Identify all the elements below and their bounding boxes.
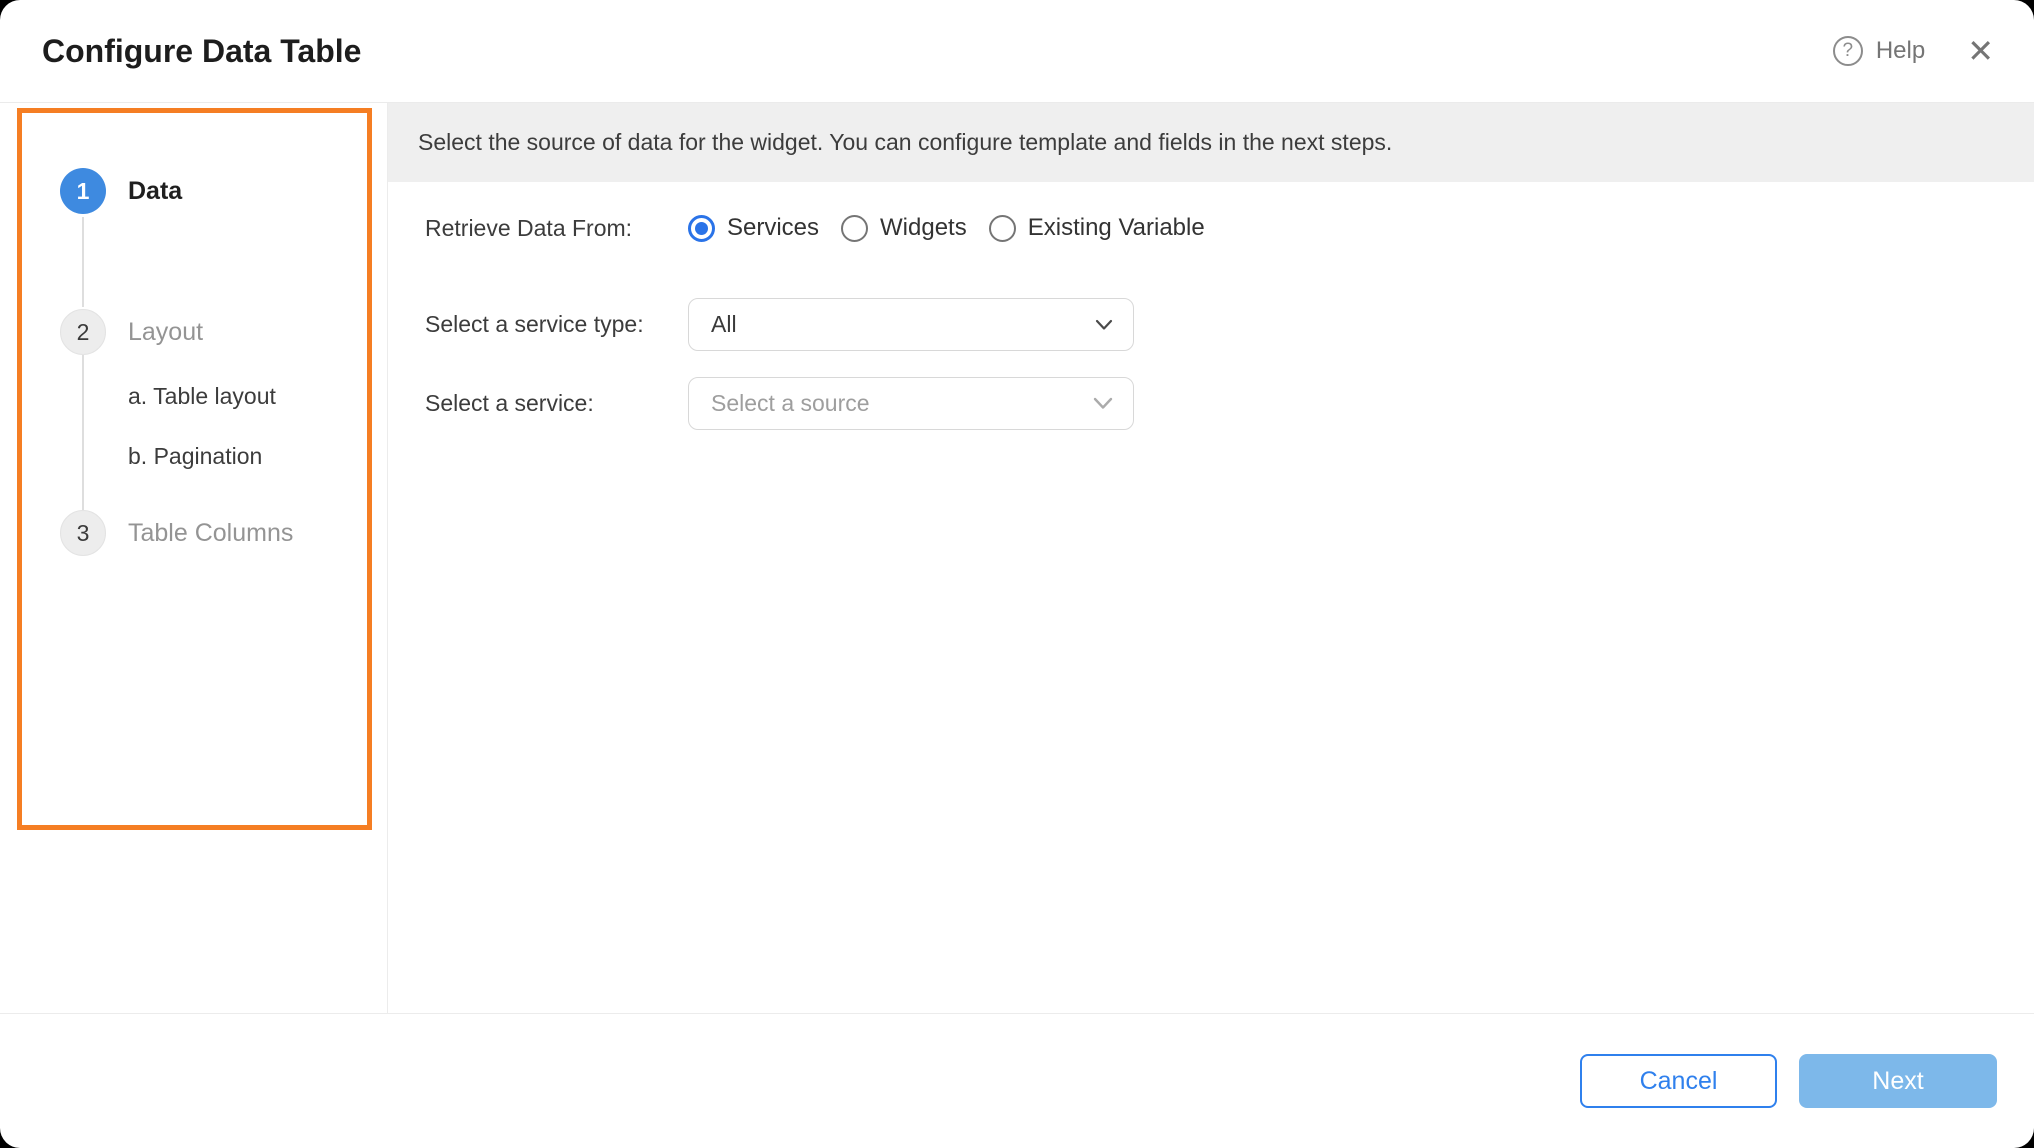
help-link[interactable]: Help xyxy=(1876,37,1925,65)
radio-services-label: Services xyxy=(727,214,819,242)
radio-option-widgets[interactable]: Widgets xyxy=(841,214,977,242)
retrieve-data-from-row: Retrieve Data From: Services Widgets xyxy=(425,213,2034,243)
radio-widgets-label: Widgets xyxy=(880,214,967,242)
sidebar-item-data[interactable]: Data xyxy=(128,176,182,206)
radio-existing-variable[interactable] xyxy=(989,215,1016,242)
service-label: Select a service: xyxy=(425,390,688,417)
step-1-circle[interactable]: 1 xyxy=(60,168,106,214)
dialog-header: Configure Data Table ? Help ✕ xyxy=(0,0,2034,103)
service-type-label: Select a service type: xyxy=(425,311,688,338)
sidebar-item-table-columns[interactable]: Table Columns xyxy=(128,518,293,548)
step-2-circle[interactable]: 2 xyxy=(60,309,106,355)
radio-option-services[interactable]: Services xyxy=(688,214,829,242)
dialog-footer: Cancel Next xyxy=(0,1013,2034,1148)
radio-services[interactable] xyxy=(688,215,715,242)
configure-data-table-dialog: Configure Data Table ? Help ✕ 1 Data 2 L… xyxy=(0,0,2034,1148)
header-actions: ? Help ✕ xyxy=(1833,35,1994,67)
radio-widgets[interactable] xyxy=(841,215,868,242)
data-source-form: Retrieve Data From: Services Widgets xyxy=(388,182,2034,430)
service-type-select[interactable]: All xyxy=(688,298,1134,351)
info-banner: Select the source of data for the widget… xyxy=(388,103,2034,182)
radio-existing-variable-label: Existing Variable xyxy=(1028,214,1205,242)
radio-option-existing-variable[interactable]: Existing Variable xyxy=(989,214,1215,242)
question-mark-glyph: ? xyxy=(1843,40,1854,62)
sidebar-item-pagination[interactable]: b. Pagination xyxy=(128,443,262,470)
sidebar-item-layout[interactable]: Layout xyxy=(128,317,203,347)
step-1-number: 1 xyxy=(77,178,90,205)
step-3-circle[interactable]: 3 xyxy=(60,510,106,556)
main-content: Select the source of data for the widget… xyxy=(388,103,2034,1013)
step-connector-2 xyxy=(82,355,84,510)
next-button[interactable]: Next xyxy=(1799,1054,1997,1108)
service-select[interactable]: Select a source xyxy=(688,377,1134,430)
service-type-row: Select a service type: All xyxy=(425,298,2034,351)
service-type-selected-value: All xyxy=(711,311,737,338)
help-icon[interactable]: ? xyxy=(1833,36,1863,66)
cancel-button[interactable]: Cancel xyxy=(1580,1054,1777,1108)
page-title: Configure Data Table xyxy=(42,33,361,70)
step-3-number: 3 xyxy=(77,520,90,547)
steps-sidebar: 1 Data 2 Layout a. Table layout b. Pagin… xyxy=(0,103,388,1013)
sidebar-item-table-layout[interactable]: a. Table layout xyxy=(128,383,276,410)
step-connector-1 xyxy=(82,217,84,307)
service-select-placeholder: Select a source xyxy=(711,390,870,417)
step-2-number: 2 xyxy=(77,319,90,346)
retrieve-data-from-label: Retrieve Data From: xyxy=(425,215,688,242)
chevron-down-icon xyxy=(1093,397,1113,410)
service-row: Select a service: Select a source xyxy=(425,377,2034,430)
retrieve-data-from-radio-group: Services Widgets Existing Variable xyxy=(688,214,1227,242)
dialog-body: 1 Data 2 Layout a. Table layout b. Pagin… xyxy=(0,103,2034,1013)
chevron-down-icon xyxy=(1095,319,1113,331)
close-icon[interactable]: ✕ xyxy=(1967,35,1994,67)
